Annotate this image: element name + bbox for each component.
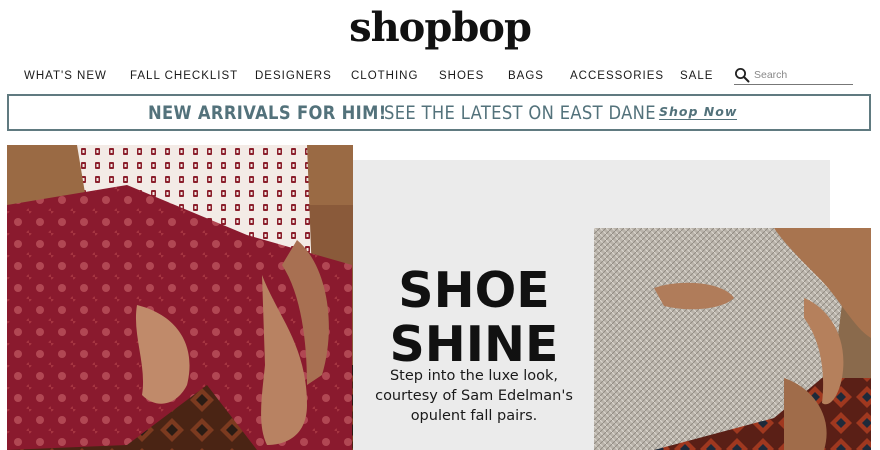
hero-photo-right-illustration xyxy=(594,228,871,450)
hero-headline[interactable]: SHOE SHINE xyxy=(354,264,594,372)
search-box[interactable] xyxy=(734,66,853,85)
shop-now-link[interactable]: Shop Now xyxy=(659,105,738,120)
hero-description-line-1: Step into the luxe look, xyxy=(389,368,559,384)
nav-item-fall-checklist[interactable]: FALL CHECKLIST xyxy=(130,70,238,82)
hero-description: Step into the luxe look, courtesy of Sam… xyxy=(354,366,594,426)
nav-item-sale[interactable]: SALE xyxy=(680,70,713,82)
search-input[interactable] xyxy=(754,67,849,83)
east-dane-promo-banner[interactable]: NEW ARRIVALS FOR HIM! SEE THE LATEST ON … xyxy=(7,94,871,131)
hero-headline-line-2: SHINE xyxy=(389,316,559,373)
nav-item-whats-new[interactable]: WHAT'S NEW xyxy=(24,70,107,82)
hero-image-left[interactable] xyxy=(7,145,353,450)
hero-description-line-3: opulent fall pairs. xyxy=(410,408,538,424)
shopbop-logo[interactable]: shopbop xyxy=(0,4,880,51)
search-icon[interactable] xyxy=(734,67,750,83)
nav-item-bags[interactable]: BAGS xyxy=(508,70,544,82)
hero-headline-line-1: SHOE xyxy=(398,262,550,319)
hero-description-line-2: courtesy of Sam Edelman's xyxy=(375,388,573,404)
hero-photo-left-illustration xyxy=(7,145,353,450)
promo-headline: NEW ARRIVALS FOR HIM! xyxy=(148,101,387,124)
nav-item-clothing[interactable]: CLOTHING xyxy=(351,70,418,82)
hero-image-right[interactable] xyxy=(594,228,871,450)
nav-item-shoes[interactable]: SHOES xyxy=(439,70,484,82)
promo-subheadline: SEE THE LATEST ON EAST DANE xyxy=(384,101,656,124)
main-nav: WHAT'S NEW FALL CHECKLIST DESIGNERS CLOT… xyxy=(0,66,880,90)
nav-item-accessories[interactable]: ACCESSORIES xyxy=(570,70,664,82)
nav-item-designers[interactable]: DESIGNERS xyxy=(255,70,332,82)
